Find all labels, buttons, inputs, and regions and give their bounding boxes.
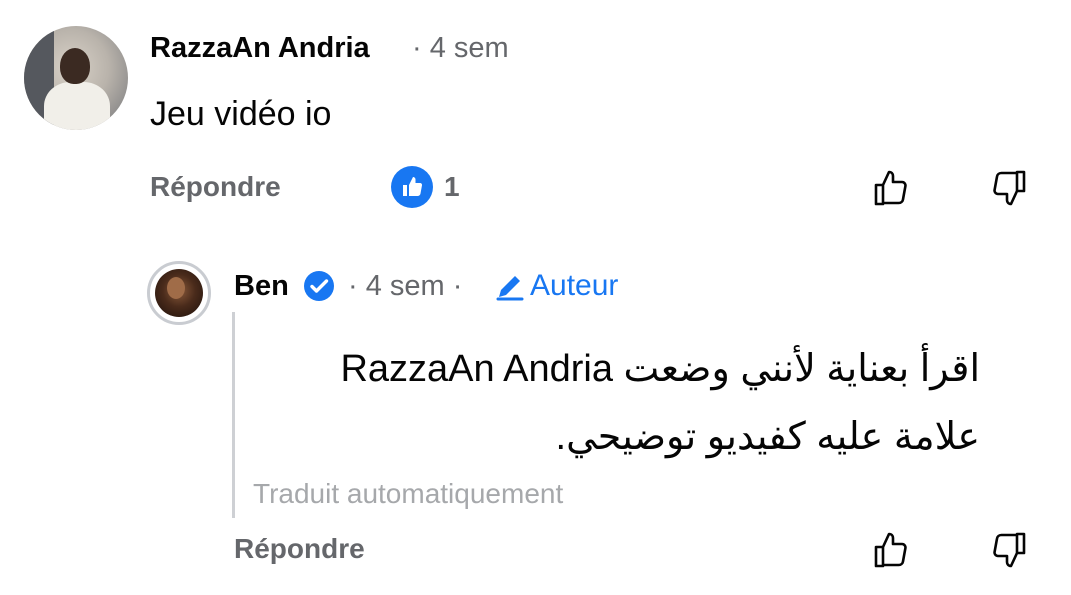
translated-label[interactable]: Traduit automatiquement — [253, 478, 563, 510]
like-outline-glyph — [874, 170, 907, 206]
reply-author[interactable]: Ben — [234, 270, 289, 303]
avatar-body — [44, 82, 110, 130]
dislike-outline-glyph — [993, 532, 1026, 568]
author-tag-label: Auteur — [530, 269, 619, 302]
dislike-outline-glyph — [993, 170, 1026, 206]
thumbs-up-outline-icon[interactable] — [870, 528, 914, 572]
reply-time: · 4 sem · — [348, 270, 463, 302]
thumbs-up-glyph — [403, 177, 423, 196]
thumbs-down-outline-icon[interactable] — [986, 166, 1030, 210]
reply-button[interactable]: Répondre — [150, 171, 281, 203]
comment-author[interactable]: RazzaAn Andria — [150, 32, 370, 65]
comment-thread: RazzaAn Andria · 4 sem Jeu vidéo io Répo… — [0, 0, 1071, 595]
verified-badge-icon — [304, 271, 334, 301]
reply-text: اقرأ بعناية لأنني وضعت RazzaAn Andria عل… — [340, 348, 980, 458]
comment-time: · 4 sem — [412, 32, 509, 64]
avatar-head — [60, 48, 90, 84]
reaction-count[interactable]: 1 — [444, 171, 460, 203]
like-outline-glyph — [874, 532, 907, 568]
comment-text: Jeu vidéo io — [150, 95, 332, 133]
reply-reply-button[interactable]: Répondre — [234, 533, 365, 565]
pencil-icon — [496, 276, 524, 301]
thumbs-down-outline-icon[interactable] — [986, 528, 1030, 572]
avatar-razzaan[interactable] — [24, 26, 128, 130]
author-tag: Auteur — [494, 268, 618, 304]
reply-quote-bar — [232, 312, 235, 518]
avatar-face — [167, 277, 185, 299]
thumbs-up-icon[interactable] — [391, 166, 433, 208]
avatar-ben[interactable] — [147, 261, 211, 325]
thumbs-up-outline-icon[interactable] — [870, 166, 914, 210]
